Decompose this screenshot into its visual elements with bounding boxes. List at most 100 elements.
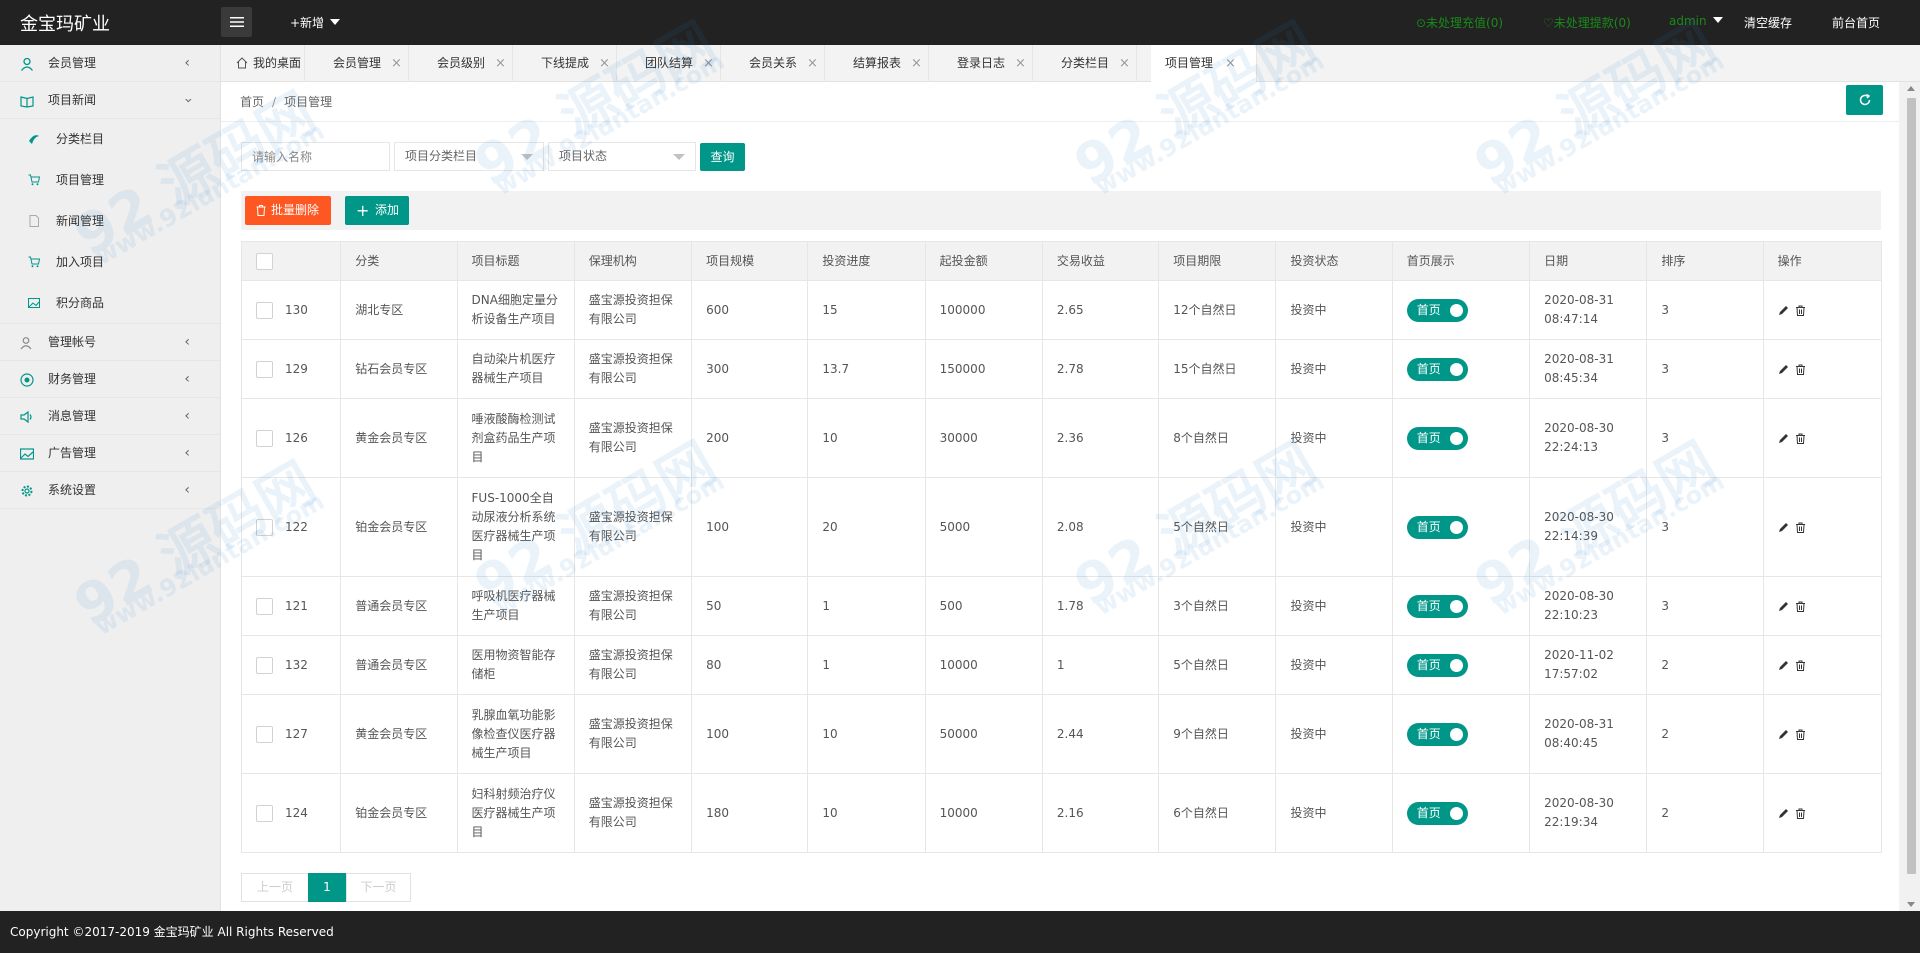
trash-icon[interactable] — [1795, 729, 1806, 740]
sidebar-item-messages[interactable]: 消息管理 ‹ — [0, 398, 220, 435]
edit-icon[interactable] — [1778, 729, 1789, 740]
scroll-up-icon[interactable] — [1907, 86, 1915, 91]
scroll-down-icon[interactable] — [1907, 902, 1915, 907]
home-show-toggle[interactable]: 首页 — [1406, 801, 1468, 825]
sidebar-item-finance[interactable]: 财务管理 ‹ — [0, 361, 220, 398]
pager-prev-button[interactable]: 上一页 — [241, 873, 309, 902]
search-name-input[interactable] — [241, 142, 390, 171]
home-show-toggle[interactable]: 首页 — [1406, 722, 1468, 746]
pending-withdraw-link[interactable]: ♡未处理提款(0) — [1543, 14, 1631, 31]
select-all-checkbox[interactable] — [256, 252, 273, 270]
project-table: 分类 项目标题 保理机构 项目规模 投资进度 起投金额 交易收益 项目期限 投资… — [240, 241, 1883, 853]
tab-settlement-report[interactable]: 结算报表 × — [825, 45, 929, 82]
cell-sort: 2 — [1646, 694, 1764, 774]
row-checkbox[interactable] — [256, 301, 273, 319]
row-checkbox[interactable] — [256, 518, 273, 536]
row-checkbox[interactable] — [256, 360, 273, 378]
tab-project-manage[interactable]: 项目管理 × — [1151, 45, 1257, 82]
cell-scale: 300 — [691, 339, 809, 399]
trash-icon[interactable] — [1795, 433, 1806, 444]
sidebar-item-category[interactable]: 分类栏目 — [0, 119, 220, 160]
breadcrumb-home[interactable]: 首页 — [240, 95, 264, 109]
close-icon[interactable]: × — [1015, 45, 1026, 82]
cell-progress: 15 — [807, 280, 926, 340]
close-icon[interactable]: × — [1225, 45, 1236, 82]
category-select[interactable]: 项目分类栏目 — [394, 142, 544, 171]
edit-icon[interactable] — [1778, 660, 1789, 671]
clear-cache-link[interactable]: 清空缓存 — [1744, 14, 1792, 31]
home-show-toggle[interactable]: 首页 — [1406, 357, 1468, 381]
cell-status: 投资中 — [1275, 694, 1393, 774]
table-header: 投资状态 — [1275, 241, 1393, 281]
add-button[interactable]: + 添加 — [345, 196, 409, 225]
row-checkbox[interactable] — [256, 597, 273, 615]
close-icon[interactable]: × — [599, 45, 610, 82]
sidebar-item-label: 系统设置 — [48, 483, 97, 497]
close-icon[interactable]: × — [911, 45, 922, 82]
row-checkbox[interactable] — [256, 804, 273, 822]
row-checkbox[interactable] — [256, 656, 273, 674]
close-icon[interactable]: × — [391, 45, 402, 82]
home-show-toggle[interactable]: 首页 — [1406, 426, 1468, 450]
edit-icon[interactable] — [1778, 601, 1789, 612]
close-icon[interactable]: × — [1119, 45, 1130, 82]
query-button[interactable]: 查询 — [700, 143, 745, 171]
sidebar-item-admin-accounts[interactable]: 管理帐号 ‹ — [0, 324, 220, 361]
tab-desktop[interactable]: 我的桌面 — [221, 45, 305, 82]
scrollbar-thumb[interactable] — [1907, 98, 1916, 874]
batch-delete-button[interactable]: 批量删除 — [245, 196, 331, 225]
sidebar-item-points-goods[interactable]: 积分商品 — [0, 283, 220, 324]
header-select-all[interactable] — [240, 241, 342, 281]
sidebar-item-members[interactable]: 会员管理 ‹ — [0, 45, 220, 82]
cell-term: 8个自然日 — [1158, 398, 1277, 478]
status-select[interactable]: 项目状态 — [548, 142, 696, 171]
cell-progress: 10 — [807, 773, 926, 853]
tab-member-relations[interactable]: 会员关系 × — [721, 45, 825, 82]
edit-icon[interactable] — [1778, 808, 1789, 819]
tab-category[interactable]: 分类栏目 × — [1033, 45, 1137, 82]
trash-icon[interactable] — [1795, 660, 1806, 671]
vertical-scrollbar[interactable] — [1903, 82, 1920, 911]
add-new-dropdown[interactable]: +新增 — [290, 14, 341, 31]
front-home-link[interactable]: 前台首页 — [1832, 14, 1880, 31]
pager-current-page[interactable]: 1 — [308, 873, 346, 902]
home-show-toggle[interactable]: 首页 — [1406, 515, 1468, 539]
sidebar-item-project-manage[interactable]: 项目管理 — [0, 160, 220, 201]
edit-icon[interactable] — [1778, 522, 1789, 533]
tab-login-log[interactable]: 登录日志 × — [929, 45, 1033, 82]
refresh-button[interactable] — [1846, 85, 1883, 115]
row-checkbox[interactable] — [256, 725, 273, 743]
trash-icon[interactable] — [1795, 601, 1806, 612]
home-show-toggle[interactable]: 首页 — [1406, 298, 1468, 322]
tab-downline-commission[interactable]: 下线提成 × — [513, 45, 617, 82]
sidebar-item-ads[interactable]: 广告管理 ‹ — [0, 435, 220, 472]
caret-down-icon — [521, 154, 533, 160]
trash-icon[interactable] — [1795, 522, 1806, 533]
close-icon[interactable]: × — [495, 45, 506, 82]
trash-icon[interactable] — [1795, 808, 1806, 819]
cell-date: 2020-08-30 22:14:39 — [1529, 477, 1648, 577]
tab-member-level[interactable]: 会员级别 × — [409, 45, 513, 82]
admin-user-menu[interactable]: admin — [1669, 14, 1723, 28]
home-show-toggle[interactable]: 首页 — [1406, 653, 1468, 677]
sidebar-item-news-manage[interactable]: 新闻管理 — [0, 201, 220, 242]
trash-icon[interactable] — [1795, 305, 1806, 316]
sidebar-item-project-news[interactable]: 项目新闻 ‹ — [0, 82, 220, 119]
sidebar-item-join-project[interactable]: 加入项目 — [0, 242, 220, 283]
tab-members[interactable]: 会员管理 × — [305, 45, 409, 82]
edit-icon[interactable] — [1778, 364, 1789, 375]
sidebar-item-settings[interactable]: 系统设置 ‹ — [0, 472, 220, 509]
row-checkbox[interactable] — [256, 429, 273, 447]
edit-icon[interactable] — [1778, 305, 1789, 316]
trash-icon[interactable] — [1795, 364, 1806, 375]
menu-toggle-button[interactable] — [221, 7, 252, 37]
pager-next-button[interactable]: 下一页 — [346, 873, 411, 902]
cell-sort: 2 — [1646, 773, 1764, 853]
close-icon[interactable]: × — [703, 45, 714, 82]
edit-icon[interactable] — [1778, 433, 1789, 444]
close-icon[interactable]: × — [807, 45, 818, 82]
tab-team-settlement[interactable]: 团队结算 × — [617, 45, 721, 82]
home-show-toggle[interactable]: 首页 — [1406, 594, 1468, 618]
trash-icon — [256, 205, 266, 216]
pending-recharge-link[interactable]: ⊙未处理充值(0) — [1416, 14, 1503, 31]
